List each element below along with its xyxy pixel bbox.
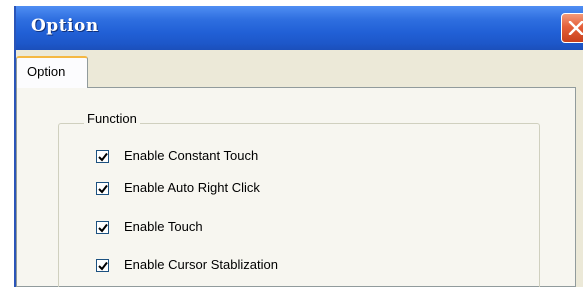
tab-option-label: Option (27, 64, 66, 79)
checkbox-box[interactable] (96, 259, 109, 272)
checkmark-icon (98, 152, 108, 162)
checkbox-box[interactable] (96, 221, 109, 234)
option-label: Enable Cursor Stablization (124, 257, 278, 272)
option-label: Enable Constant Touch (124, 148, 259, 163)
function-group-title: Function (84, 111, 140, 126)
checkmark-icon (98, 223, 108, 233)
checkmark-icon (98, 261, 108, 271)
option-label: Enable Auto Right Click (124, 180, 260, 195)
tab-option[interactable]: Option (16, 56, 88, 88)
close-button[interactable] (561, 13, 583, 43)
option-label: Enable Touch (124, 219, 203, 234)
checkmark-icon (98, 184, 108, 194)
title-bar[interactable]: Option (16, 6, 583, 50)
close-icon (568, 21, 583, 35)
window-title: Option (31, 16, 99, 36)
checkbox-box[interactable] (96, 150, 109, 163)
checkbox-box[interactable] (96, 182, 109, 195)
